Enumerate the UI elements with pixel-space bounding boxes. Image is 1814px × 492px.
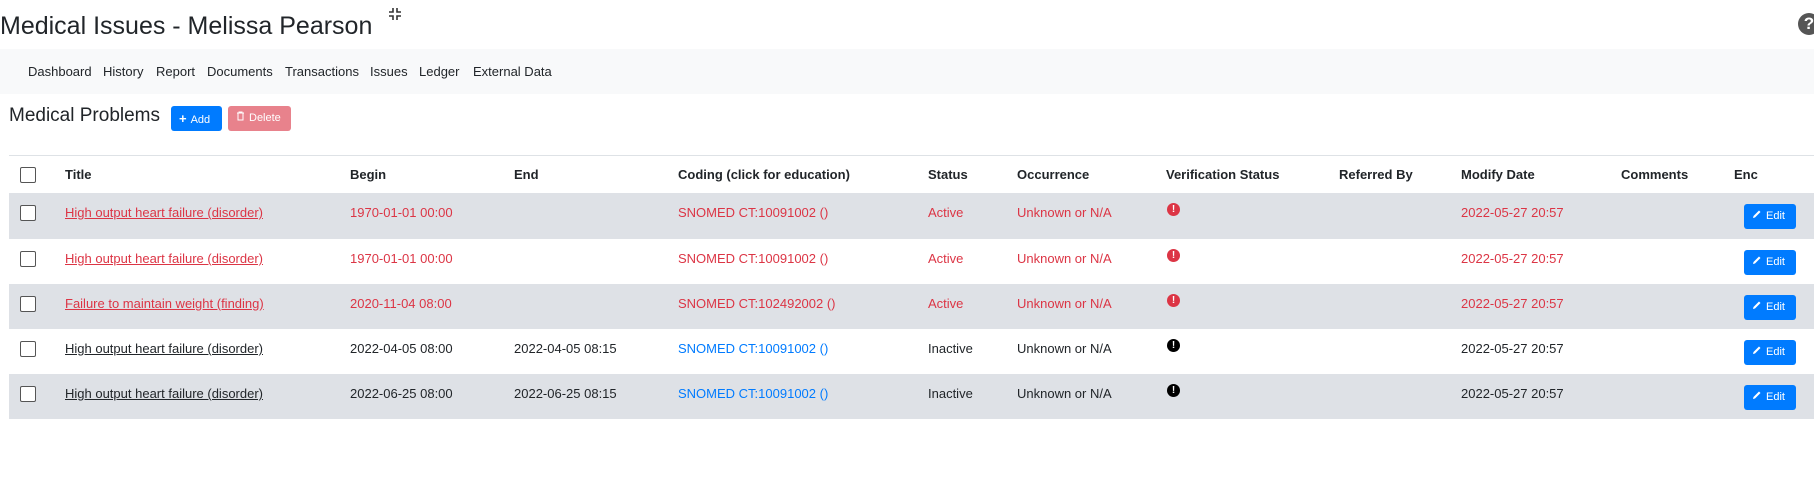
expand-icon[interactable] xyxy=(388,7,402,21)
begin-date: 2022-04-05 08:00 xyxy=(350,341,453,356)
table-header-row: Title Begin End Coding (click for educat… xyxy=(9,158,1814,192)
coding-link[interactable]: SNOMED CT:102492002 () xyxy=(678,296,836,312)
end-date: 2022-06-25 08:15 xyxy=(514,386,617,401)
verification-alert-icon: ! xyxy=(1167,249,1180,262)
begin-date: 1970-01-01 00:00 xyxy=(350,251,453,266)
status-text: Inactive xyxy=(928,386,973,401)
pencil-icon xyxy=(1752,295,1762,320)
edit-button[interactable]: Edit xyxy=(1744,340,1796,365)
row-checkbox[interactable] xyxy=(20,296,36,312)
header-title[interactable]: Title xyxy=(65,158,92,192)
begin-date: 2022-06-25 08:00 xyxy=(350,386,453,401)
header-status[interactable]: Status xyxy=(928,158,968,192)
pencil-icon xyxy=(1752,250,1762,275)
header-referred-by[interactable]: Referred By xyxy=(1339,158,1413,192)
nav-ledger[interactable]: Ledger xyxy=(419,49,459,94)
row-checkbox[interactable] xyxy=(20,205,36,221)
verification-alert-icon: ! xyxy=(1167,384,1180,397)
header-begin[interactable]: Begin xyxy=(350,158,386,192)
coding-link[interactable]: SNOMED CT:10091002 () xyxy=(678,205,828,221)
edit-button[interactable]: Edit xyxy=(1744,204,1796,229)
status-text: Active xyxy=(928,205,964,220)
trash-icon xyxy=(236,106,245,131)
pencil-icon xyxy=(1752,340,1762,365)
edit-button[interactable]: Edit xyxy=(1744,250,1796,275)
nav-dashboard[interactable]: Dashboard xyxy=(28,49,92,94)
select-all-checkbox[interactable] xyxy=(20,167,36,183)
table-row: High output heart failure (disorder) 1970… xyxy=(9,239,1814,284)
nav-report[interactable]: Report xyxy=(156,49,195,94)
navbar: Dashboard History Report Documents Trans… xyxy=(0,49,1814,94)
occurrence-text: Unknown or N/A xyxy=(1017,205,1112,220)
edit-button-label: Edit xyxy=(1766,391,1785,403)
edit-button-label: Edit xyxy=(1766,210,1785,222)
table-row: High output heart failure (disorder) 1970… xyxy=(9,193,1814,239)
row-checkbox[interactable] xyxy=(20,251,36,267)
status-text: Active xyxy=(928,251,964,266)
status-text: Active xyxy=(928,296,964,311)
nav-external-data[interactable]: External Data xyxy=(473,49,552,94)
issue-title-link[interactable]: High output heart failure (disorder) xyxy=(65,205,263,221)
issue-title-link[interactable]: High output heart failure (disorder) xyxy=(65,341,263,357)
header-enc[interactable]: Enc xyxy=(1734,158,1758,192)
delete-button-label: Delete xyxy=(249,112,281,124)
modify-date: 2022-05-27 20:57 xyxy=(1461,341,1564,356)
verification-alert-icon: ! xyxy=(1167,339,1180,352)
coding-link[interactable]: SNOMED CT:10091002 () xyxy=(678,341,828,357)
nav-history[interactable]: History xyxy=(103,49,143,94)
modify-date: 2022-05-27 20:57 xyxy=(1461,251,1564,266)
occurrence-text: Unknown or N/A xyxy=(1017,251,1112,266)
pencil-icon xyxy=(1752,204,1762,229)
table-row: Failure to maintain weight (finding) 2020… xyxy=(9,284,1814,329)
edit-button-label: Edit xyxy=(1766,256,1785,268)
header-comments[interactable]: Comments xyxy=(1621,158,1688,192)
coding-link[interactable]: SNOMED CT:10091002 () xyxy=(678,386,828,402)
header-occurrence[interactable]: Occurrence xyxy=(1017,158,1089,192)
nav-documents[interactable]: Documents xyxy=(207,49,273,94)
table-row: High output heart failure (disorder) 2022… xyxy=(9,329,1814,374)
occurrence-text: Unknown or N/A xyxy=(1017,296,1112,311)
pencil-icon xyxy=(1752,385,1762,410)
row-checkbox[interactable] xyxy=(20,341,36,357)
begin-date: 1970-01-01 00:00 xyxy=(350,205,453,220)
section-title: Medical Problems xyxy=(9,105,160,126)
issue-title-link[interactable]: High output heart failure (disorder) xyxy=(65,386,263,402)
end-date: 2022-04-05 08:15 xyxy=(514,341,617,356)
coding-link[interactable]: SNOMED CT:10091002 () xyxy=(678,251,828,267)
issue-title-link[interactable]: Failure to maintain weight (finding) xyxy=(65,296,264,312)
begin-date: 2020-11-04 08:00 xyxy=(350,296,452,311)
add-button[interactable]: + Add xyxy=(171,106,222,131)
help-icon[interactable]: ? xyxy=(1798,13,1814,35)
edit-button[interactable]: Edit xyxy=(1744,295,1796,320)
occurrence-text: Unknown or N/A xyxy=(1017,386,1112,401)
modify-date: 2022-05-27 20:57 xyxy=(1461,296,1564,311)
modify-date: 2022-05-27 20:57 xyxy=(1461,205,1564,220)
verification-alert-icon: ! xyxy=(1167,294,1180,307)
header-verification-status[interactable]: Verification Status xyxy=(1166,158,1279,192)
table-divider xyxy=(9,155,1814,156)
table-row: High output heart failure (disorder) 2022… xyxy=(9,374,1814,419)
header-end[interactable]: End xyxy=(514,158,539,192)
edit-button-label: Edit xyxy=(1766,301,1785,313)
header-coding[interactable]: Coding (click for education) xyxy=(678,158,850,192)
row-checkbox[interactable] xyxy=(20,386,36,402)
modify-date: 2022-05-27 20:57 xyxy=(1461,386,1564,401)
occurrence-text: Unknown or N/A xyxy=(1017,341,1112,356)
plus-icon: + xyxy=(179,111,187,126)
page-title: Medical Issues - Melissa Pearson xyxy=(0,12,373,40)
add-button-label: Add xyxy=(190,114,211,126)
header-modify-date[interactable]: Modify Date xyxy=(1461,158,1535,192)
nav-transactions[interactable]: Transactions xyxy=(285,49,359,94)
delete-button[interactable]: Delete xyxy=(228,106,291,131)
status-text: Inactive xyxy=(928,341,973,356)
nav-issues[interactable]: Issues xyxy=(370,49,408,94)
verification-alert-icon: ! xyxy=(1167,203,1180,216)
edit-button[interactable]: Edit xyxy=(1744,385,1796,410)
issue-title-link[interactable]: High output heart failure (disorder) xyxy=(65,251,263,267)
edit-button-label: Edit xyxy=(1766,346,1785,358)
